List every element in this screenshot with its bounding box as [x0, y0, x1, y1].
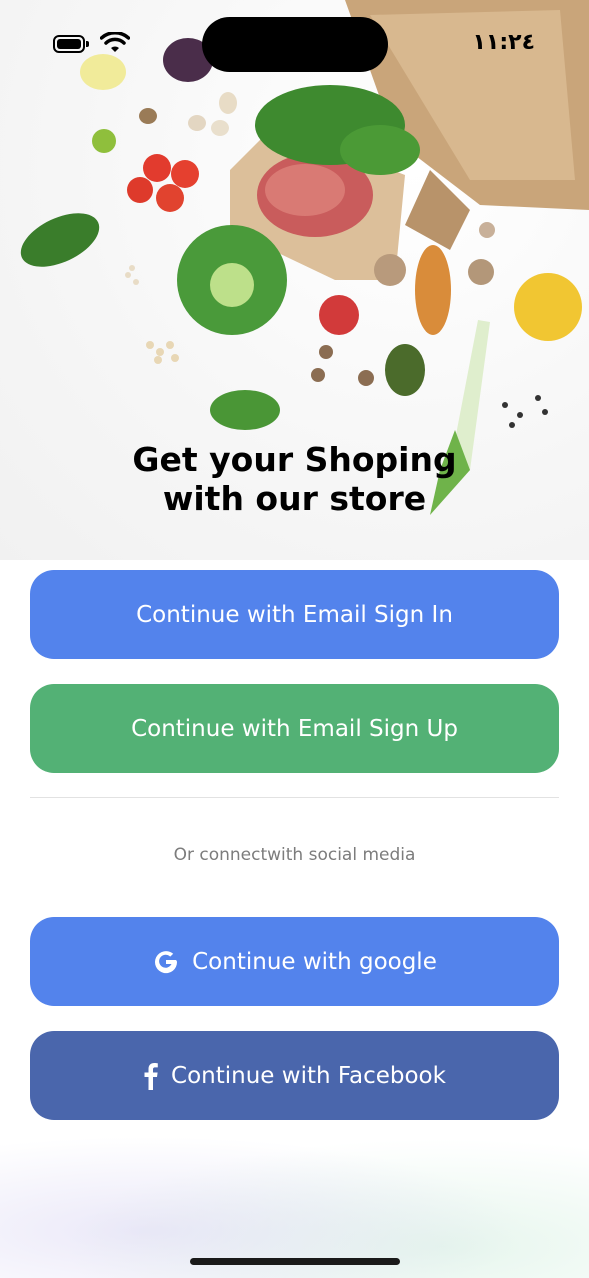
email-signin-button[interactable]: Continue with Email Sign In: [30, 570, 559, 659]
page-headline: Get your Shoping with our store: [0, 440, 589, 518]
facebook-f-icon: [143, 1062, 159, 1090]
dynamic-island: [202, 17, 388, 72]
section-divider: [30, 797, 559, 798]
battery-icon: [53, 35, 89, 53]
home-indicator[interactable]: [190, 1258, 400, 1265]
wifi-icon: [100, 32, 130, 52]
facebook-signin-button[interactable]: Continue with Facebook: [30, 1031, 559, 1120]
social-divider-text: Or connectwith social media: [173, 845, 416, 865]
email-signup-label: Continue with Email Sign Up: [131, 715, 458, 742]
email-signup-button[interactable]: Continue with Email Sign Up: [30, 684, 559, 773]
headline-line-2: with our store: [162, 479, 427, 518]
status-bar: ١١:٢٤: [0, 0, 589, 90]
headline-line-1: Get your Shoping: [132, 440, 457, 479]
email-signin-label: Continue with Email Sign In: [136, 601, 453, 628]
bottom-background-glow: [0, 1120, 589, 1278]
status-time: ١١:٢٤: [472, 30, 535, 55]
google-g-icon: [152, 948, 180, 976]
facebook-signin-label: Continue with Facebook: [171, 1062, 446, 1089]
google-signin-label: Continue with google: [192, 948, 437, 975]
google-signin-button[interactable]: Continue with google: [30, 917, 559, 1006]
